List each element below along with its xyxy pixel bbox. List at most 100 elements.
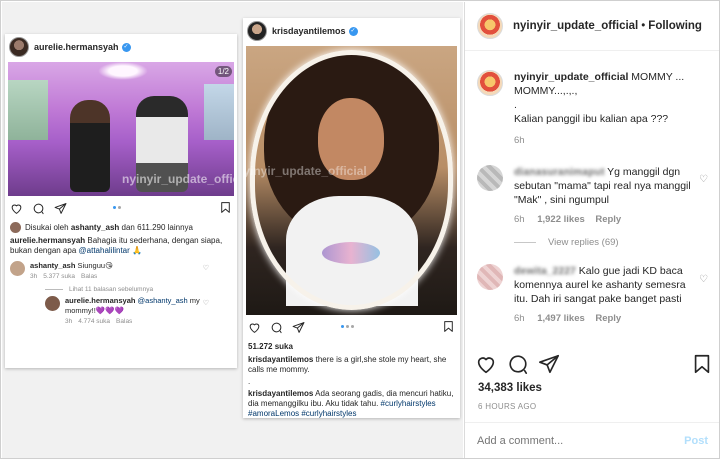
comment-username[interactable]: dianasuranimaput (514, 165, 604, 179)
reply-link[interactable]: Balas (116, 318, 132, 325)
hashtag[interactable]: #curlyhairstyles (381, 399, 436, 408)
caption-time: 6h (514, 135, 525, 146)
heart-icon[interactable]: ♡ (699, 174, 708, 185)
caption-username[interactable]: krisdayantilemos (248, 389, 313, 398)
add-comment-input[interactable] (477, 435, 685, 447)
caption-username[interactable]: krisdayantilemos (248, 355, 313, 364)
post-actions (465, 353, 719, 379)
heart-icon[interactable] (475, 353, 497, 375)
watermark-text: nyinyir_update_official (122, 172, 234, 186)
comment-item: ashanty_ash Siunguu😘 3h 5.377 suka Balas ♡ (5, 258, 237, 282)
comment-time: 6h (514, 214, 525, 225)
comment-item: dewita_2227 Kalo gue jadi KD baca komenn… (465, 248, 719, 326)
caption-line: . (514, 99, 517, 111)
caption-line: MOMMY ... (631, 71, 685, 83)
liked-by: Disukai oleh ashanty_ash dan 611.290 lai… (5, 220, 237, 234)
heart-icon[interactable]: ♡ (203, 264, 209, 274)
card-header: aurelie.hermansyah ✓ (5, 34, 237, 60)
avatar[interactable] (9, 37, 29, 57)
car-window (8, 80, 48, 140)
reply-item: aurelie.hermansyah @ashanty_ash my mommy… (5, 293, 237, 327)
screenshot-frame: aurelie.hermansyah ✓ 1/2 nyinyir_update_… (0, 0, 720, 459)
comment-text: Siunguu😘 (77, 261, 113, 270)
post-side-panel: nyinyir_update_official • Following nyin… (464, 2, 719, 458)
heart-icon[interactable] (10, 202, 23, 215)
add-comment-bar: Post (465, 422, 719, 458)
bookmark-icon[interactable] (691, 353, 713, 375)
card-caption: krisdayantilemos there is a girl,she sto… (243, 353, 460, 377)
comment-meta: 6h 1,922 likes Reply (514, 213, 699, 227)
watermark-text: nyinyir_update_official (246, 164, 367, 178)
post-timestamp[interactable]: 6 HOURS AGO (478, 402, 536, 411)
card-username[interactable]: krisdayantilemos (272, 26, 346, 36)
photo-counter: 1/2 (214, 66, 232, 77)
comment-likes[interactable]: 1,922 likes (537, 214, 585, 225)
comments-list[interactable]: nyinyir_update_official MOMMY ... MOMMY.… (465, 52, 719, 340)
avatar[interactable] (477, 165, 503, 191)
avatar[interactable] (477, 264, 503, 290)
view-replies-link[interactable]: Lihat 11 balasan sebelumnya (5, 282, 237, 293)
caption-username[interactable]: aurelie.hermansyah (10, 236, 85, 245)
caption-mention[interactable]: @attahalilintar (79, 246, 130, 255)
avatar[interactable] (247, 21, 267, 41)
avatar[interactable] (477, 13, 503, 39)
car-photo: 1/2 nyinyir_update_official (8, 62, 234, 196)
comment-username[interactable]: dewita_2227 (514, 264, 576, 278)
comment-icon[interactable] (270, 321, 283, 334)
verified-badge-icon: ✓ (121, 42, 131, 52)
comment-meta: 3h 5.377 suka Balas (30, 273, 98, 280)
bookmark-icon[interactable] (442, 320, 455, 333)
reply-username[interactable]: aurelie.hermansyah (65, 296, 135, 305)
liked-by-suffix: dan 611.290 lainnya (121, 222, 193, 232)
post-caption: nyinyir_update_official MOMMY ... MOMMY.… (465, 52, 719, 148)
following-button[interactable]: Following (648, 20, 702, 32)
comment-icon[interactable] (507, 353, 529, 375)
share-icon[interactable] (292, 321, 305, 334)
verified-badge-icon: ✓ (348, 26, 358, 36)
comment-likes[interactable]: 1,497 likes (537, 313, 585, 324)
caption-meta: 6h (514, 134, 699, 148)
car-window (204, 84, 234, 140)
caption-username[interactable]: nyinyir_update_official (514, 71, 628, 83)
avatar[interactable] (45, 296, 60, 311)
card-actions (5, 196, 237, 220)
view-replies-link[interactable]: View replies (69) (465, 227, 719, 248)
reply-button[interactable]: Reply (595, 313, 621, 324)
caption-line: MOMMY...,.,., (514, 85, 578, 97)
caption-line: Kalian panggil ibu kalian apa ??? (514, 113, 669, 125)
card-actions (243, 315, 460, 339)
avatar[interactable] (477, 70, 503, 96)
view-replies-label[interactable]: View replies (69) (548, 237, 619, 248)
avatar[interactable] (10, 261, 25, 276)
likes-count[interactable]: 34,383 likes (478, 382, 542, 394)
comment-username[interactable]: ashanty_ash (30, 261, 75, 270)
post-image-collage: aurelie.hermansyah ✓ 1/2 nyinyir_update_… (2, 2, 463, 458)
carousel-dots (341, 325, 354, 328)
reply-link[interactable]: Balas (81, 273, 97, 280)
post-button[interactable]: Post (684, 435, 708, 447)
liked-by-user[interactable]: ashanty_ash (71, 223, 119, 232)
comment-icon[interactable] (32, 202, 45, 215)
likes-count[interactable]: 51.272 suka (243, 339, 460, 353)
comment-meta: 6h 1,497 likes Reply (514, 312, 699, 326)
hashtag[interactable]: #amoraLemos #curlyhairstyles (248, 409, 357, 418)
share-icon[interactable] (54, 202, 67, 215)
reply-mention[interactable]: @ashanty_ash (138, 296, 188, 305)
carousel-dots (113, 206, 121, 209)
caption-separator: . (248, 377, 251, 386)
card-header: krisdayantilemos ✓ (243, 18, 460, 44)
heart-icon[interactable]: ♡ (203, 299, 209, 309)
header-username[interactable]: nyinyir_update_official (513, 20, 638, 32)
bookmark-icon[interactable] (219, 201, 232, 214)
liked-by-prefix: Disukai oleh (25, 222, 69, 232)
card-caption-translation: krisdayantilemos Ada seorang gadis, dia … (243, 389, 460, 418)
heart-icon[interactable]: ♡ (699, 274, 708, 285)
card-username[interactable]: aurelie.hermansyah (34, 42, 119, 52)
caption-emoji: 🙏 (132, 246, 142, 255)
reply-button[interactable]: Reply (595, 214, 621, 225)
aurelie-post-card: aurelie.hermansyah ✓ 1/2 nyinyir_update_… (5, 34, 237, 368)
heart-icon[interactable] (248, 321, 261, 334)
share-icon[interactable] (538, 353, 560, 375)
post-header: nyinyir_update_official • Following (465, 2, 719, 51)
comment-time: 6h (514, 313, 525, 324)
